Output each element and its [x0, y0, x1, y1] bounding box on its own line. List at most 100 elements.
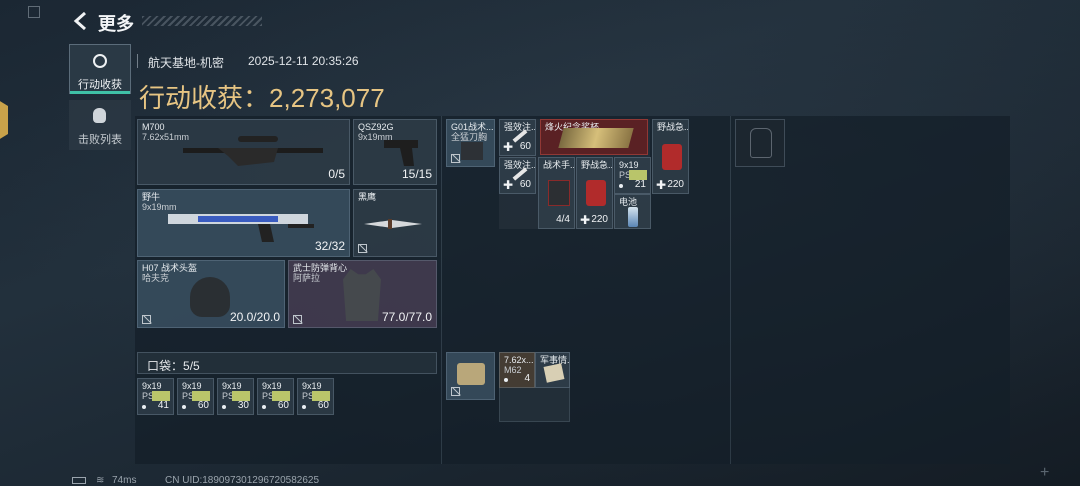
document-icon: [543, 363, 565, 383]
item-name: 野战急...: [657, 122, 689, 132]
stack-dot: [504, 378, 508, 382]
item-count: 60: [197, 400, 209, 411]
item-count: 41: [157, 400, 169, 411]
earnings-value: 2,273,077: [269, 83, 385, 113]
helmet-icon: [190, 277, 230, 317]
tab-label: 击败列表: [78, 134, 122, 146]
pocket-title: 口袋：5/5: [147, 357, 200, 373]
armor-brand: 哈夫克: [142, 273, 170, 283]
skull-icon: [93, 108, 106, 123]
ammo-count: 15/15: [401, 167, 432, 181]
item-sub: M62: [504, 365, 522, 375]
weapon-name: 黑鹰: [358, 192, 377, 202]
plus-icon: ✚: [580, 213, 591, 227]
pistol-slot[interactable]: QSZ92G 9x19mm 15/15: [353, 119, 437, 185]
secondary-weapon-slot[interactable]: 野牛 9x19mm 32/32: [137, 189, 350, 257]
earnings-label: 行动收获：: [139, 83, 270, 113]
item-name: 电池: [619, 197, 638, 207]
chest-rig-slot[interactable]: G01战术... 全猛刀胸: [446, 119, 495, 167]
pocket-item[interactable]: 9x19 PSO 60: [257, 378, 294, 415]
back-arrow-icon[interactable]: [70, 10, 92, 32]
item-count: 60: [519, 179, 531, 190]
tab-operation-earnings[interactable]: 行动收获: [69, 44, 131, 94]
rig-item[interactable]: 战术手... 4/4: [538, 157, 575, 229]
container-slot[interactable]: [446, 352, 495, 400]
medkit-icon: [662, 144, 682, 170]
ammo-count: 0/5: [328, 167, 345, 181]
weapon-name: QSZ92G: [358, 122, 394, 132]
no-insurance-icon: [451, 154, 460, 163]
stack-dot: [619, 184, 623, 188]
rig-item[interactable]: 强效注... ✚ 60: [499, 157, 536, 194]
rig-item[interactable]: 野战急... ✚ 220: [652, 119, 689, 194]
earnings-icon: [93, 54, 107, 68]
pocket-label: 口袋：: [147, 359, 184, 373]
item-count: 60: [519, 141, 531, 152]
armor-name: H07 战术头盔: [142, 263, 198, 273]
item-count: 60: [277, 400, 289, 411]
knife-icon: [364, 219, 422, 229]
rig-item[interactable]: 电池: [614, 194, 651, 229]
item-count: 220: [591, 214, 608, 225]
earnings-line: 行动收获：2,273,077: [139, 78, 385, 115]
wifi-icon: ≋: [96, 475, 105, 486]
pouch-icon: [457, 363, 485, 385]
item-name: 强效注...: [504, 160, 536, 170]
battery-icon: [628, 207, 638, 227]
corner-square-icon: [28, 6, 40, 18]
vest-icon: [343, 269, 381, 321]
backpack-slot[interactable]: [735, 119, 785, 167]
tab-kill-list[interactable]: 击败列表: [69, 100, 131, 150]
item-name: G01战术...: [451, 122, 494, 132]
panel-divider: [441, 116, 442, 464]
item-name: 9x19: [222, 381, 242, 391]
battery-status-icon: [72, 477, 86, 484]
tactical-kit-icon: [548, 180, 570, 206]
primary-weapon-slot[interactable]: M700 7.62x51mm 0/5: [137, 119, 350, 185]
rig-item[interactable]: 9x19 PS 21: [614, 157, 651, 194]
rig-item[interactable]: 野战急... ✚ 220: [576, 157, 613, 229]
page-title: 更多: [98, 14, 134, 34]
trophy-icon: [558, 128, 634, 148]
pistol-icon: [384, 140, 418, 166]
weapon-name: 野牛: [142, 192, 161, 202]
item-name: 强效注...: [504, 122, 536, 132]
item-count: 21: [634, 179, 646, 190]
armor-name: 武士防弹背心: [293, 263, 348, 273]
sniper-rifle-icon: [183, 136, 323, 166]
chest-rig-icon: [461, 142, 483, 160]
backpack-icon: [750, 128, 772, 158]
plus-icon: ✚: [503, 178, 514, 192]
stack-dot: [302, 405, 306, 409]
rig-item[interactable]: 强效注... ✚ 60: [499, 119, 536, 156]
no-insurance-icon: [142, 315, 151, 324]
plus-icon: ✚: [656, 178, 667, 192]
item-name: 野战急...: [581, 160, 613, 170]
pocket-header: 口袋：5/5: [137, 352, 437, 374]
rig-item-trophy[interactable]: 烽火纪念奖杯: [540, 119, 648, 155]
container-item[interactable]: 军事情...: [535, 352, 570, 388]
pocket-item[interactable]: 9x19 PSO 60: [177, 378, 214, 415]
container-item[interactable]: 7.62x... M62 4: [499, 352, 535, 388]
game-screen: { "header":{"title":"更多"}, "tabs":[{"lab…: [0, 0, 1080, 486]
item-count: 4/4: [556, 214, 570, 225]
durability: 77.0/77.0: [381, 310, 432, 324]
stack-dot: [262, 405, 266, 409]
match-datetime: 2025-12-11 20:35:26: [248, 54, 359, 68]
panel-divider: [730, 116, 731, 464]
no-insurance-icon: [451, 387, 460, 396]
crosshair-icon: +: [1040, 464, 1050, 481]
item-name: 9x19: [262, 381, 282, 391]
stack-dot: [182, 405, 186, 409]
durability: 20.0/20.0: [229, 310, 280, 324]
vest-slot[interactable]: 武士防弹背心 阿萨拉 77.0/77.0: [288, 260, 437, 328]
pocket-item[interactable]: 9x19 PSO 41: [137, 378, 174, 415]
pocket-item[interactable]: 9x19 PSO 30: [217, 378, 254, 415]
helmet-slot[interactable]: H07 战术头盔 哈夫克 20.0/20.0: [137, 260, 285, 328]
item-name: 9x19: [302, 381, 322, 391]
melee-slot[interactable]: 黑鹰: [353, 189, 437, 257]
armor-brand: 阿萨拉: [293, 273, 321, 283]
item-count: 220: [667, 179, 684, 190]
pocket-item[interactable]: 9x19 PSO 60: [297, 378, 334, 415]
side-badge-icon: [0, 100, 8, 140]
